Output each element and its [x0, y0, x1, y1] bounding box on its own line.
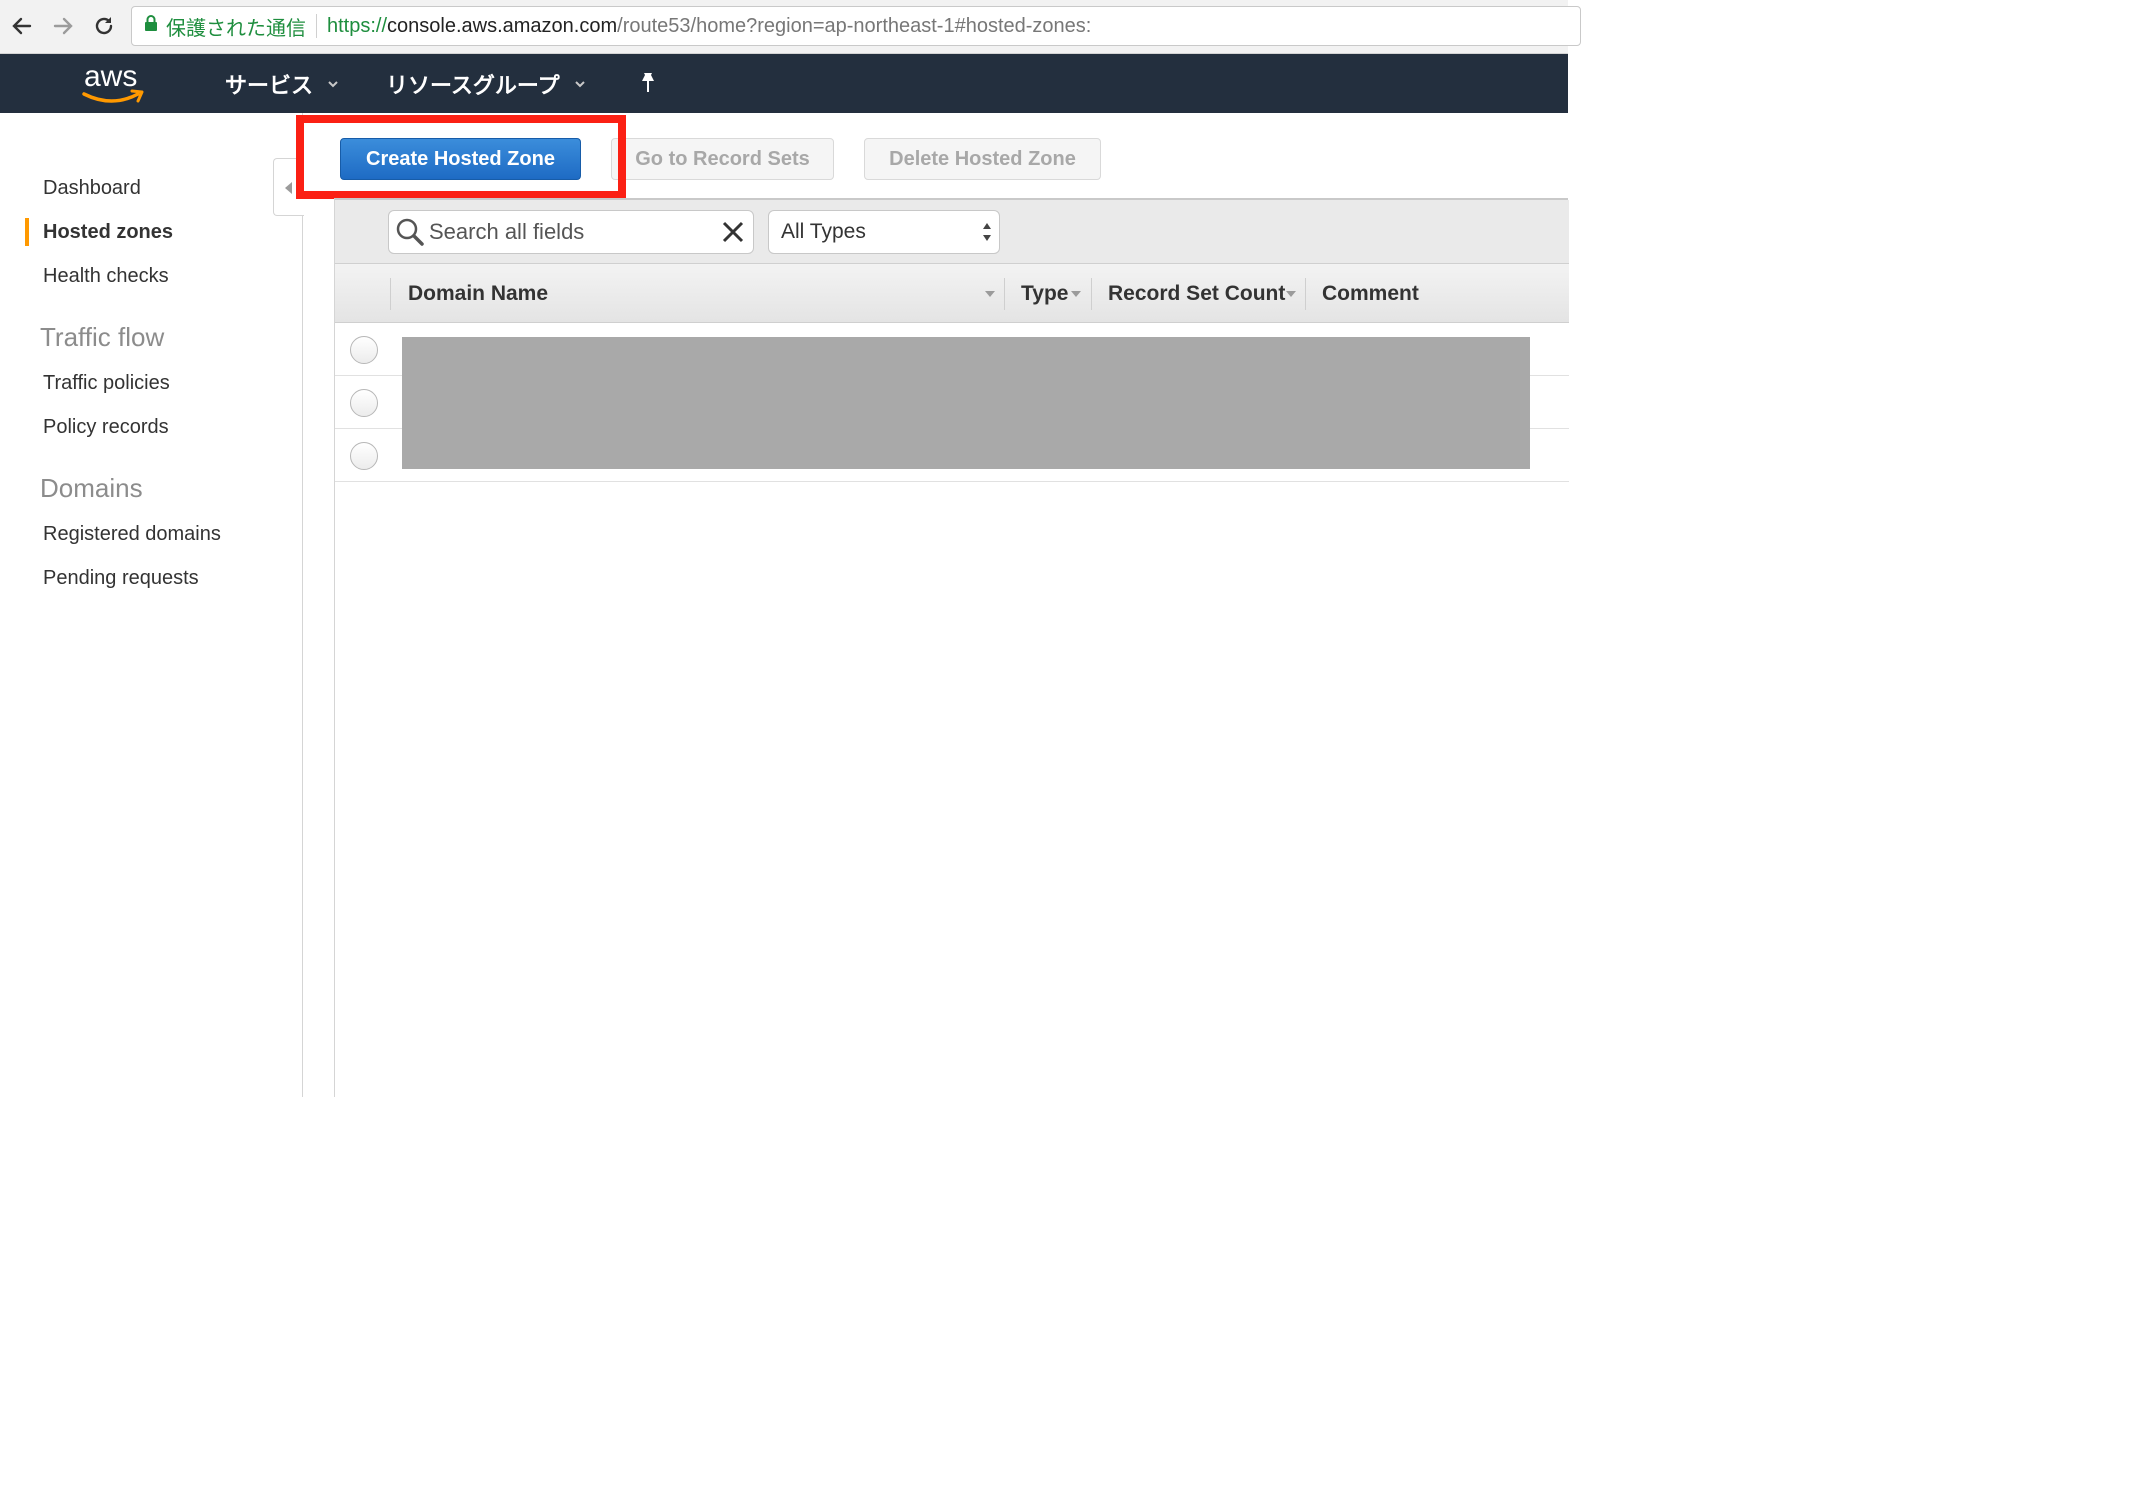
- url-host: console.aws.amazon.com: [387, 14, 618, 37]
- sidebar-item-health-checks[interactable]: Health checks: [43, 265, 169, 288]
- secure-connection-label: 保護された通信: [166, 17, 306, 40]
- resource-groups-menu[interactable]: リソースグループ: [386, 68, 586, 100]
- sidebar-item-hosted-zones[interactable]: Hosted zones: [43, 221, 173, 244]
- search-icon: [396, 218, 424, 246]
- resource-groups-menu-label: リソースグループ: [386, 73, 560, 98]
- type-filter-select[interactable]: All Types: [768, 210, 1000, 254]
- address-divider: [316, 14, 317, 38]
- sidebar-item-dashboard[interactable]: Dashboard: [43, 177, 141, 200]
- chevron-down-icon: [328, 81, 338, 88]
- pin-icon[interactable]: [638, 72, 658, 94]
- services-menu[interactable]: サービス: [225, 68, 339, 100]
- search-input[interactable]: Search all fields: [388, 210, 754, 254]
- aws-console-header: aws サービス リソースグループ: [0, 54, 1568, 113]
- sidebar-item-traffic-policies[interactable]: Traffic policies: [43, 372, 170, 395]
- row-select-radio[interactable]: [350, 442, 378, 470]
- clear-search-icon[interactable]: [721, 220, 745, 244]
- section-heading-traffic-flow: Traffic flow: [40, 322, 165, 352]
- sort-arrow-icon[interactable]: [1070, 290, 1082, 298]
- highlight-annotation: [296, 115, 626, 199]
- redacted-rows-overlay: [402, 337, 1530, 469]
- sidebar-item-policy-records[interactable]: Policy records: [43, 416, 169, 439]
- url-scheme: https://: [327, 14, 388, 37]
- lock-icon: [144, 14, 158, 38]
- search-placeholder: Search all fields: [429, 219, 585, 244]
- table-header: Domain Name Type Record Set Count Commen…: [335, 263, 1569, 323]
- browser-toolbar: 保護された通信 https://console.aws.amazon.com/r…: [0, 0, 1581, 54]
- row-select-radio[interactable]: [350, 389, 378, 417]
- column-header-type[interactable]: Type: [1021, 282, 1068, 306]
- chevron-left-icon: [285, 182, 292, 194]
- row-select-radio[interactable]: [350, 336, 378, 364]
- sidebar-item-registered-domains[interactable]: Registered domains: [43, 523, 221, 546]
- aws-logo[interactable]: aws: [82, 60, 148, 106]
- active-indicator: [25, 218, 29, 246]
- filter-bar: Search all fields All Types: [335, 200, 1569, 263]
- type-filter-value: All Types: [781, 220, 866, 243]
- column-divider: [1091, 278, 1092, 310]
- address-bar[interactable]: 保護された通信 https://console.aws.amazon.com/r…: [131, 6, 1581, 46]
- forward-arrow-icon[interactable]: [49, 12, 77, 40]
- select-arrows-icon: [983, 223, 991, 241]
- column-header-record-set-count[interactable]: Record Set Count: [1108, 282, 1285, 306]
- url-path: /route53/home?region=ap-northeast-1#host…: [617, 14, 1092, 37]
- sort-arrow-icon[interactable]: [1285, 290, 1297, 298]
- delete-hosted-zone-button[interactable]: Delete Hosted Zone: [864, 138, 1101, 180]
- column-divider: [1004, 278, 1005, 310]
- hosted-zones-panel: Search all fields All Types Domain Name …: [334, 198, 1569, 1097]
- services-menu-label: サービス: [225, 73, 314, 98]
- sort-arrow-icon[interactable]: [984, 290, 996, 298]
- column-header-comment[interactable]: Comment: [1322, 282, 1419, 306]
- column-header-domain-name[interactable]: Domain Name: [408, 282, 548, 306]
- reload-icon[interactable]: [90, 12, 118, 40]
- column-divider: [390, 278, 391, 310]
- column-divider: [1305, 278, 1306, 310]
- aws-smile-icon: [82, 89, 144, 103]
- go-to-record-sets-button[interactable]: Go to Record Sets: [611, 138, 834, 180]
- sidebar: Dashboard Hosted zones Health checks Tra…: [0, 113, 303, 1097]
- section-heading-domains: Domains: [40, 473, 143, 503]
- back-arrow-icon[interactable]: [8, 12, 36, 40]
- sidebar-item-pending-requests[interactable]: Pending requests: [43, 567, 199, 590]
- chevron-down-icon: [574, 81, 585, 88]
